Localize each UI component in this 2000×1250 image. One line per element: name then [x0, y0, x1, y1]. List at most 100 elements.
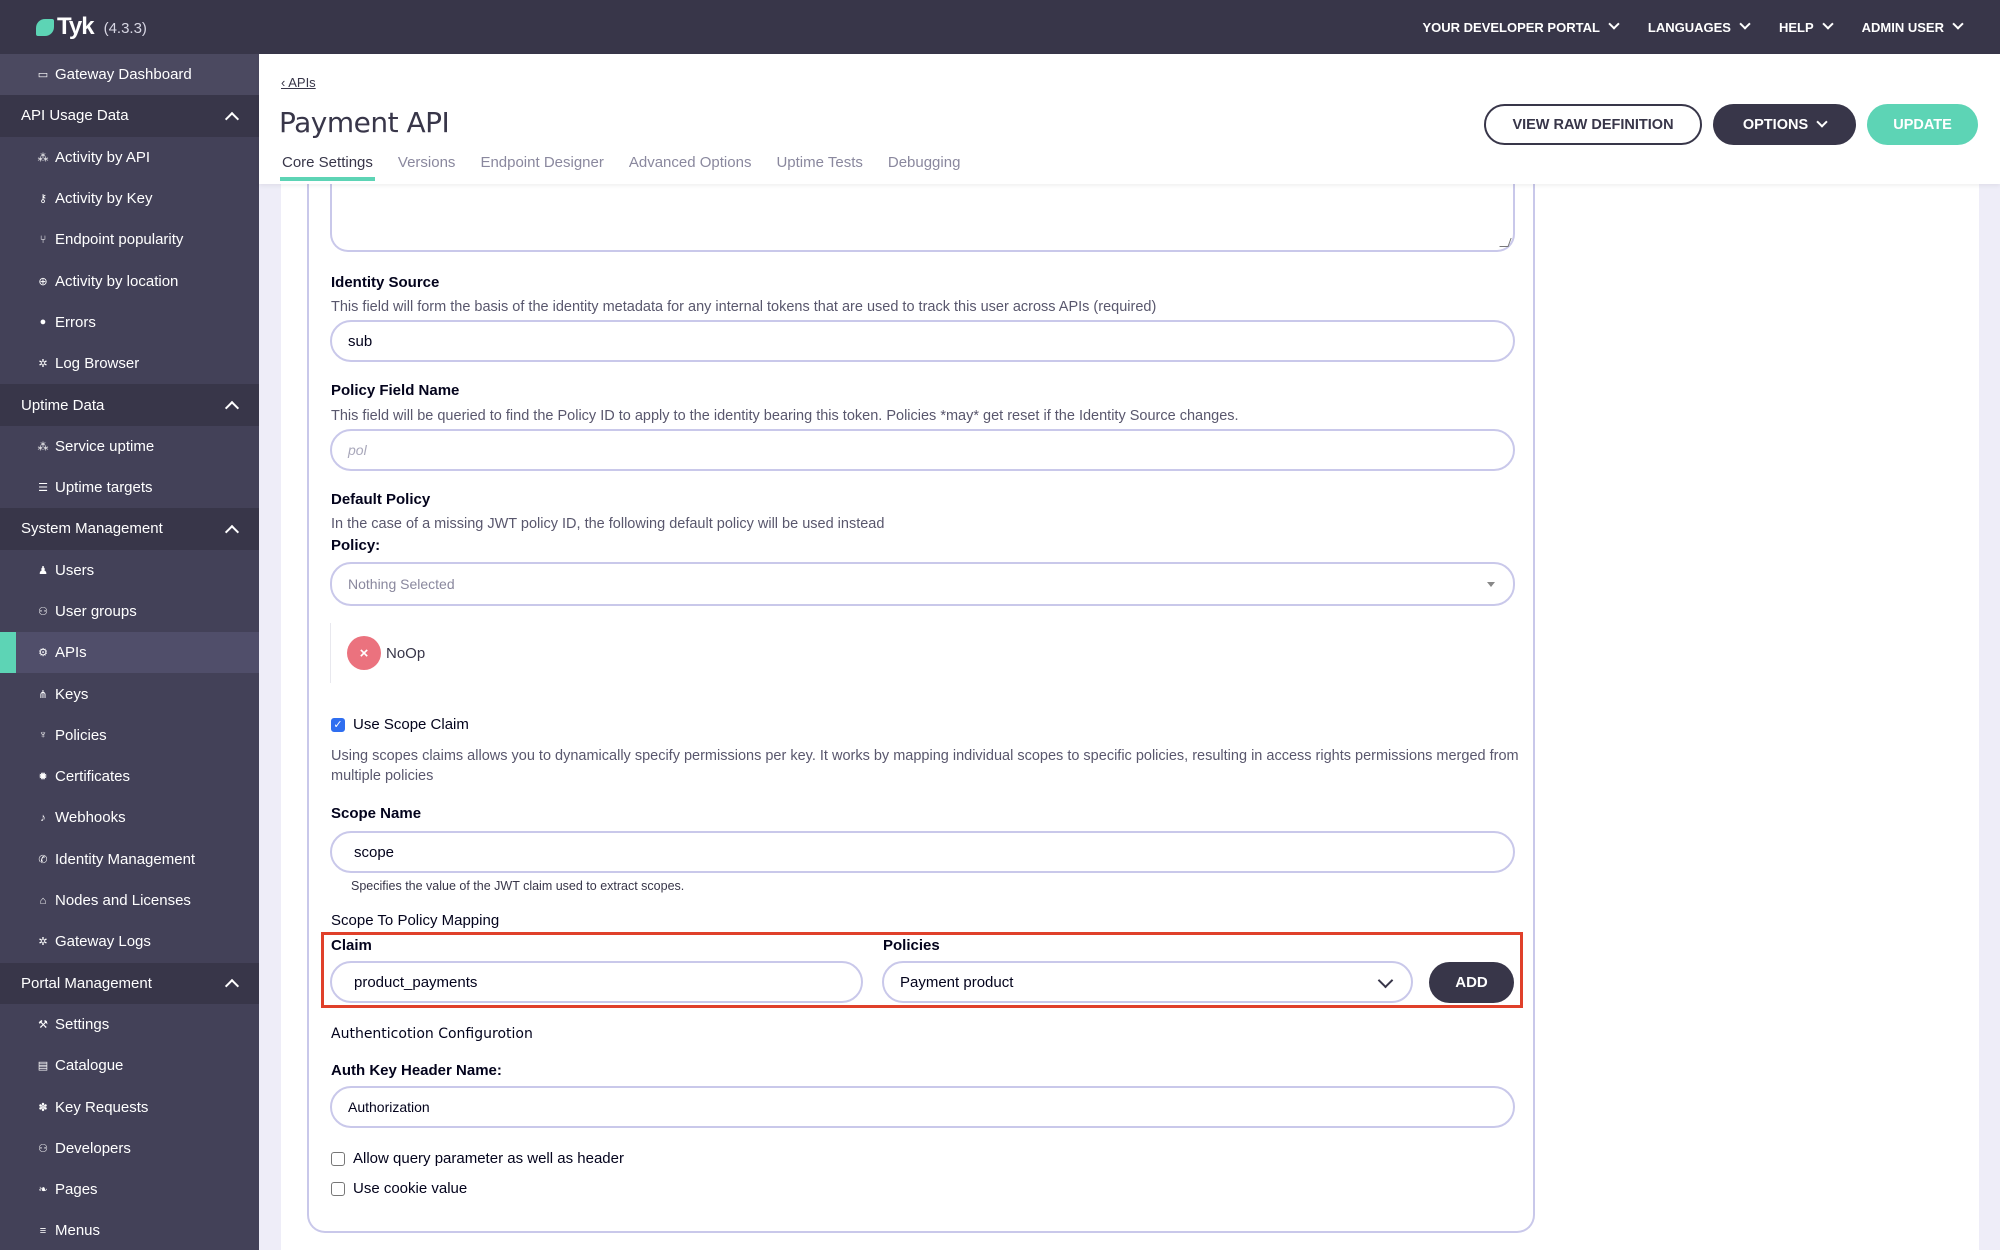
chevron-down-icon [1952, 18, 1964, 30]
sidebar-item-identity-management[interactable]: ✆ Identity Management [0, 839, 259, 880]
sidebar-item-activity-by-api[interactable]: ⁂ Activity by API [0, 137, 259, 178]
sidebar-section-title: API Usage Data [21, 107, 129, 125]
sidebar-section-portal-management[interactable]: Portal Management [0, 962, 259, 1004]
sidebar-item-uptime-targets[interactable]: ☰ Uptime targets [0, 467, 259, 508]
chevron-up-icon[interactable] [224, 400, 240, 416]
sidebar-item-label: Users [55, 561, 95, 579]
resize-handle-icon[interactable] [1499, 238, 1512, 247]
sidebar-section-system-management[interactable]: System Management [0, 508, 259, 550]
sidebar-item-label: Log Browser [55, 355, 140, 373]
chevron-down-icon [1821, 18, 1834, 30]
top-nav-menu: YOUR DEVELOPER PORTAL LANGUAGES HELP ADM… [1422, 0, 1964, 54]
selected-policy-chip: × NoOp [330, 623, 425, 683]
bomb-icon: ● [39, 316, 47, 329]
languages-menu[interactable]: LANGUAGES [1647, 18, 1751, 35]
sidebar-item-user-groups[interactable]: ⚇ User groups [0, 591, 259, 632]
sidebar-item-nodes-and-licenses[interactable]: ⌂ Nodes and Licenses [0, 880, 259, 921]
menu-label: LANGUAGES [1647, 19, 1731, 35]
select-value: Nothing Selected [348, 576, 455, 592]
policy-field-name-input[interactable]: pol [330, 429, 1515, 471]
top-navbar: Tyk (4.3.3) YOUR DEVELOPER PORTAL LANGUA… [0, 0, 2000, 54]
book-icon: ▤ [37, 1060, 49, 1073]
sidebar-item-catalogue[interactable]: ▤ Catalogue [0, 1045, 259, 1086]
sidebar-item-gateway-dashboard[interactable]: ▭ Gateway Dashboard [0, 54, 259, 96]
tab-core-settings[interactable]: Core Settings [280, 154, 375, 181]
sidebar-item-policies[interactable]: ♆ Policies [0, 715, 259, 756]
chevron-up-icon[interactable] [224, 979, 240, 994]
tab-endpoint-designer[interactable]: Endpoint Designer [480, 154, 603, 179]
default-policy-select[interactable]: Nothing Selected [330, 562, 1515, 606]
sidebar-item-endpoint-popularity[interactable]: ⑂ Endpoint popularity [0, 219, 259, 260]
identity-source-label: Identity Source [331, 274, 440, 291]
sidebar-item-certificates[interactable]: ✹ Certificates [0, 756, 259, 797]
sidebar-item-log-browser[interactable]: ✲ Log Browser [0, 343, 259, 384]
help-menu[interactable]: HELP [1779, 18, 1834, 35]
policies-select-value: Payment product [900, 973, 1014, 991]
tyk-logo[interactable]: Tyk (4.3.3) [36, 13, 147, 41]
sidebar-item-label: Keys [55, 685, 89, 703]
policy-select-label: Policy: [331, 537, 381, 554]
sidebar-item-keys[interactable]: ⋔ Keys [0, 673, 259, 714]
chevron-down-icon [1816, 115, 1828, 128]
breadcrumb-apis[interactable]: ‹ APIs [281, 75, 316, 90]
users-icon: ⚇ [38, 606, 48, 618]
view-raw-definition-button[interactable]: VIEW RAW DEFINITION [1484, 104, 1702, 145]
sidebar-section-api-usage-data[interactable]: API Usage Data [0, 95, 259, 137]
policy-chip-label: NoOp [386, 644, 426, 662]
use-cookie-checkbox[interactable] [331, 1181, 345, 1196]
use-cookie-row[interactable]: Use cookie value [331, 1180, 467, 1197]
update-button[interactable]: UPDATE [1867, 104, 1978, 145]
sidebar-item-errors[interactable]: ● Errors [0, 302, 259, 343]
tab-debugging[interactable]: Debugging [888, 154, 961, 179]
auth-key-header-input[interactable]: Authorization [330, 1086, 1515, 1128]
sidebar-item-label: Policies [55, 726, 107, 744]
claim-input[interactable]: product_payments [330, 961, 863, 1003]
sidebar-section-title: System Management [21, 520, 163, 538]
add-mapping-button[interactable]: ADD [1429, 962, 1514, 1003]
allow-query-param-checkbox[interactable] [331, 1151, 345, 1166]
policies-select[interactable]: Payment product [882, 961, 1413, 1003]
developer-portal-menu[interactable]: YOUR DEVELOPER PORTAL [1422, 18, 1620, 35]
auth-key-header-label: Auth Key Header Name: [331, 1062, 502, 1079]
sidebar-item-pages[interactable]: ❧ Pages [0, 1169, 259, 1210]
chevron-up-icon[interactable] [224, 111, 240, 127]
admin-user-menu[interactable]: ADMIN USER [1862, 18, 1964, 35]
use-scope-claim-checkbox-row[interactable]: ✓ Use Scope Claim [331, 716, 469, 733]
sidebar-item-gateway-logs[interactable]: ✲ Gateway Logs [0, 921, 259, 962]
tab-uptime-tests[interactable]: Uptime Tests [776, 154, 862, 179]
options-button[interactable]: OPTIONS [1713, 104, 1856, 145]
sidebar-item-label: User groups [55, 603, 137, 620]
scope-name-input[interactable]: scope [330, 831, 1515, 873]
sidebar-item-users[interactable]: ♟ Users [0, 550, 259, 591]
paw-icon: ✽ [38, 1101, 48, 1114]
page-background-right [1979, 184, 2000, 1250]
bars-icon: ≡ [39, 1224, 47, 1237]
sidebar-item-label: Catalogue [55, 1057, 124, 1075]
sidebar-item-menus[interactable]: ≡ Menus [0, 1210, 259, 1250]
sidebar-item-apis[interactable]: ⚙ APIs [0, 632, 259, 674]
tab-advanced-options[interactable]: Advanced Options [629, 154, 752, 179]
authentication-settings-card: Identity Source This field will form the… [307, 150, 1535, 1233]
sidebar-item-activity-by-location[interactable]: ⊕ Activity by location [0, 260, 259, 301]
certificate-icon: ✹ [38, 771, 48, 784]
sidebar-item-label: Identity Management [55, 850, 196, 868]
sidebar-item-settings[interactable]: ⚒ Settings [0, 1004, 259, 1045]
chevron-down-icon [1739, 18, 1751, 30]
sidebar-section-uptime-data[interactable]: Uptime Data [0, 384, 259, 426]
sidebar-item-key-requests[interactable]: ✽ Key Requests [0, 1086, 259, 1127]
allow-query-param-row[interactable]: Allow query parameter as well as header [331, 1150, 624, 1167]
sidebar-item-service-uptime[interactable]: ⁂ Service uptime [0, 426, 259, 467]
globe-icon: ⊕ [38, 275, 48, 288]
bug-icon: ✲ [38, 936, 48, 949]
cubes-icon: ⁂ [37, 440, 49, 453]
chevron-up-icon[interactable] [224, 524, 240, 539]
identity-source-input[interactable]: sub [330, 320, 1515, 362]
tab-versions[interactable]: Versions [398, 154, 456, 179]
use-scope-claim-checkbox[interactable]: ✓ [331, 717, 345, 732]
tab-bar: Core Settings Versions Endpoint Designer… [280, 154, 961, 181]
page-header: ‹ APIs Payment API Core Settings Version… [259, 54, 2000, 184]
sidebar-item-webhooks[interactable]: ♪ Webhooks [0, 797, 259, 838]
sidebar-item-activity-by-key[interactable]: ⚷ Activity by Key [0, 178, 259, 219]
sidebar-item-developers[interactable]: ⚇ Developers [0, 1128, 259, 1169]
remove-policy-button[interactable]: × [347, 636, 381, 670]
